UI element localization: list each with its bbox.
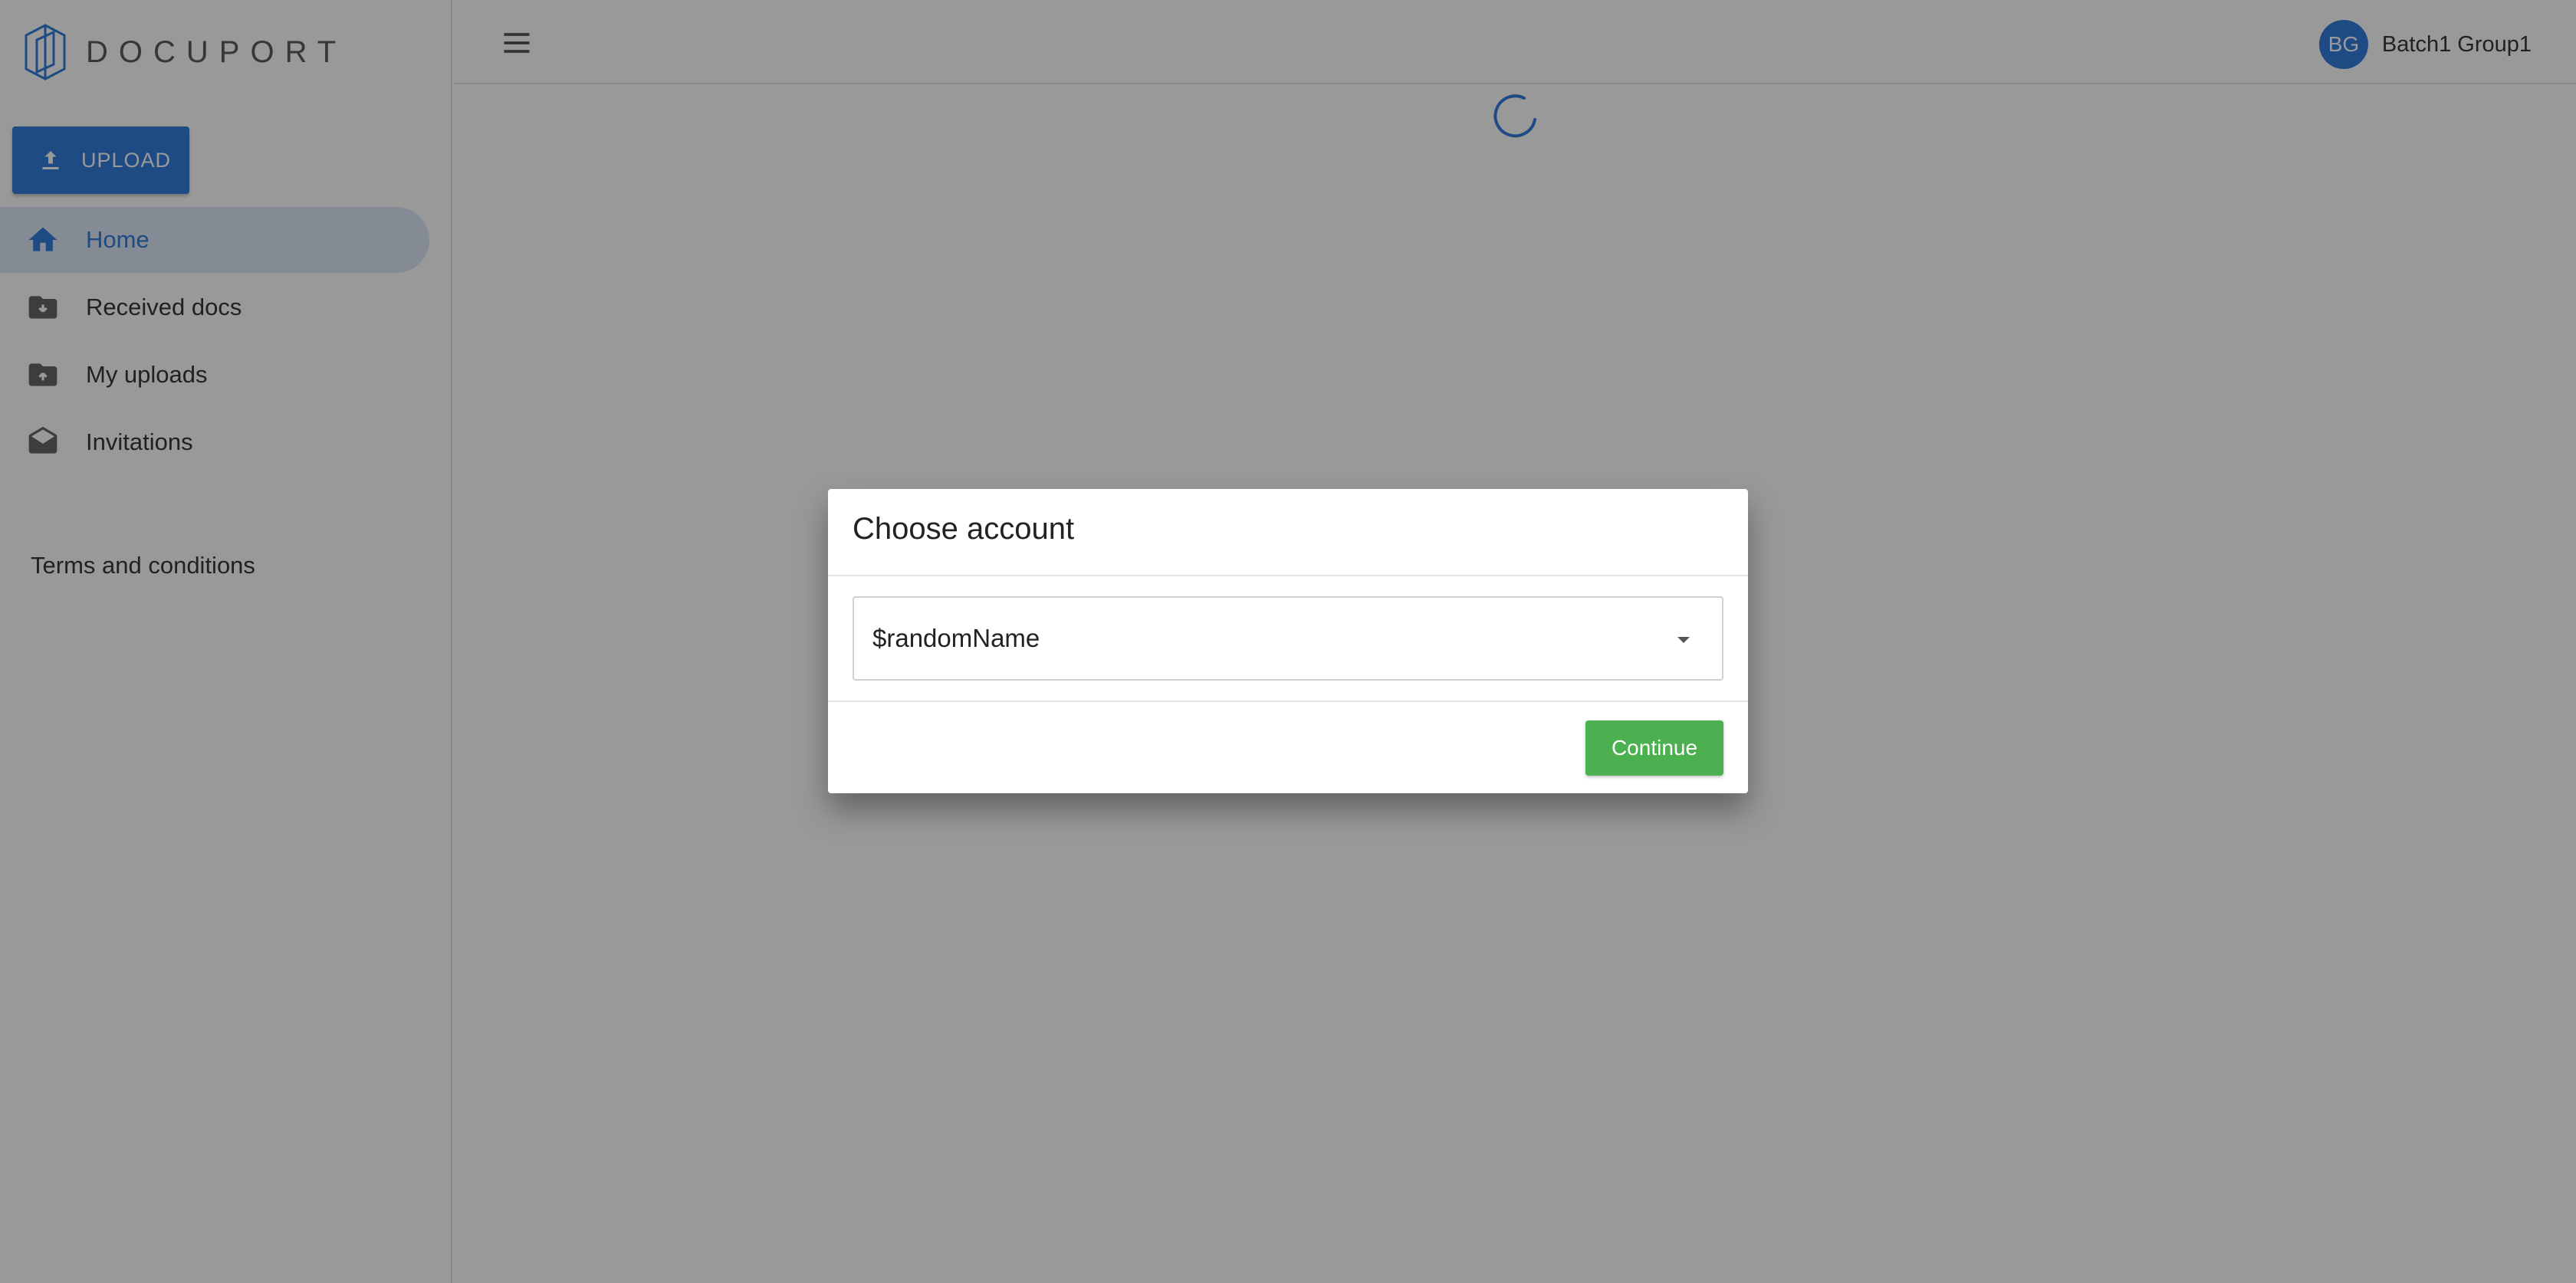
chevron-down-icon <box>1677 637 1690 643</box>
dialog-title: Choose account <box>853 512 1075 546</box>
account-select[interactable]: $randomName <box>853 596 1723 681</box>
continue-button[interactable]: Continue <box>1585 720 1723 776</box>
divider <box>828 701 1748 702</box>
app-root: DOCUPORT UPLOAD Home Received docs My up… <box>0 0 2576 1283</box>
divider <box>828 575 1748 576</box>
choose-account-dialog: Choose account $randomName Continue <box>828 489 1748 793</box>
account-select-value: $randomName <box>872 624 1040 652</box>
